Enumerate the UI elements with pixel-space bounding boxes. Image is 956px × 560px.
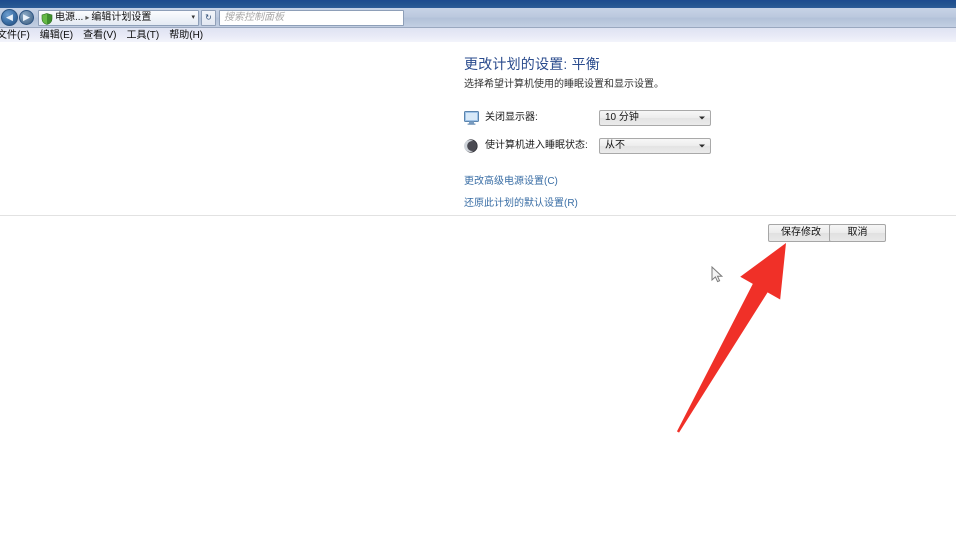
search-input[interactable]: 搜索控制面板 — [219, 9, 404, 26]
setting-row-sleep: 使计算机进入睡眠状态: 从不 — [464, 136, 884, 156]
save-changes-button[interactable]: 保存修改 — [768, 224, 834, 242]
display-timeout-dropdown[interactable]: 10 分钟 — [599, 110, 711, 126]
display-monitor-icon — [464, 111, 479, 125]
setting-row-turn-off-display: 关闭显示器: 10 分钟 — [464, 108, 884, 128]
breadcrumb-separator-icon: ▸ — [85, 12, 90, 22]
display-timeout-value: 10 分钟 — [605, 112, 639, 123]
power-options-window: ◀ ▶ 电源... ▸ 编辑计划设置 ▾ ↻ 搜索控制面板 文件(F) 编辑(E… — [0, 0, 956, 560]
page-title: 更改计划的设置: 平衡 — [464, 56, 600, 72]
setting-label-turn-off-display: 关闭显示器: — [485, 112, 538, 123]
menu-bar: 文件(F) 编辑(E) 查看(V) 工具(T) 帮助(H) — [0, 28, 956, 42]
chevron-down-icon — [699, 144, 705, 148]
refresh-button[interactable]: ↻ — [201, 9, 216, 26]
breadcrumb-item-power[interactable]: 电源... — [55, 11, 83, 25]
sleep-timeout-dropdown[interactable]: 从不 — [599, 138, 711, 154]
menu-item-tools[interactable]: 工具(T) — [121, 29, 164, 42]
search-placeholder: 搜索控制面板 — [224, 11, 284, 23]
link-restore-plan-defaults[interactable]: 还原此计划的默认设置(R) — [464, 197, 884, 211]
menu-item-file[interactable]: 文件(F) — [0, 29, 35, 42]
sleep-timeout-value: 从不 — [605, 140, 625, 151]
setting-label-sleep: 使计算机进入睡眠状态: — [485, 140, 588, 151]
nav-buttons-group: ◀ ▶ — [0, 9, 34, 26]
page-subtitle: 选择希望计算机使用的睡眠设置和显示设置。 — [464, 79, 664, 90]
settings-list: 关闭显示器: 10 分钟 使计算机进入睡眠状态: 从不 — [464, 108, 884, 156]
green-shield-icon — [41, 12, 53, 25]
back-arrow-icon: ◀ — [6, 12, 13, 22]
links-group: 更改高级电源设置(C) 还原此计划的默认设置(R) — [464, 175, 884, 211]
mouse-pointer — [711, 266, 723, 283]
chevron-down-icon[interactable]: ▾ — [191, 11, 196, 25]
forward-arrow-icon: ▶ — [23, 12, 30, 22]
menu-item-view[interactable]: 查看(V) — [78, 29, 121, 42]
cancel-button[interactable]: 取消 — [829, 224, 886, 242]
menu-item-help[interactable]: 帮助(H) — [164, 29, 208, 42]
sleep-moon-icon — [464, 139, 479, 153]
menu-item-edit[interactable]: 编辑(E) — [35, 29, 78, 42]
back-button[interactable]: ◀ — [1, 9, 18, 26]
navigation-toolbar: ◀ ▶ 电源... ▸ 编辑计划设置 ▾ ↻ 搜索控制面板 — [0, 8, 956, 28]
link-change-advanced-power-settings[interactable]: 更改高级电源设置(C) — [464, 175, 884, 189]
forward-button[interactable]: ▶ — [19, 10, 34, 25]
breadcrumb-item-edit-plan[interactable]: 编辑计划设置 — [91, 11, 151, 25]
chevron-down-icon — [699, 116, 705, 120]
command-bar: 保存修改 取消 — [0, 216, 956, 252]
window-titlebar — [0, 0, 956, 8]
red-pointer-arrow — [676, 243, 786, 433]
content-area: 更改计划的设置: 平衡 选择希望计算机使用的睡眠设置和显示设置。 关闭显示器: — [0, 42, 956, 215]
edit-plan-panel: 更改计划的设置: 平衡 选择希望计算机使用的睡眠设置和显示设置。 关闭显示器: — [464, 55, 884, 219]
refresh-icon: ↻ — [205, 13, 212, 22]
address-bar[interactable]: 电源... ▸ 编辑计划设置 ▾ — [38, 9, 199, 26]
